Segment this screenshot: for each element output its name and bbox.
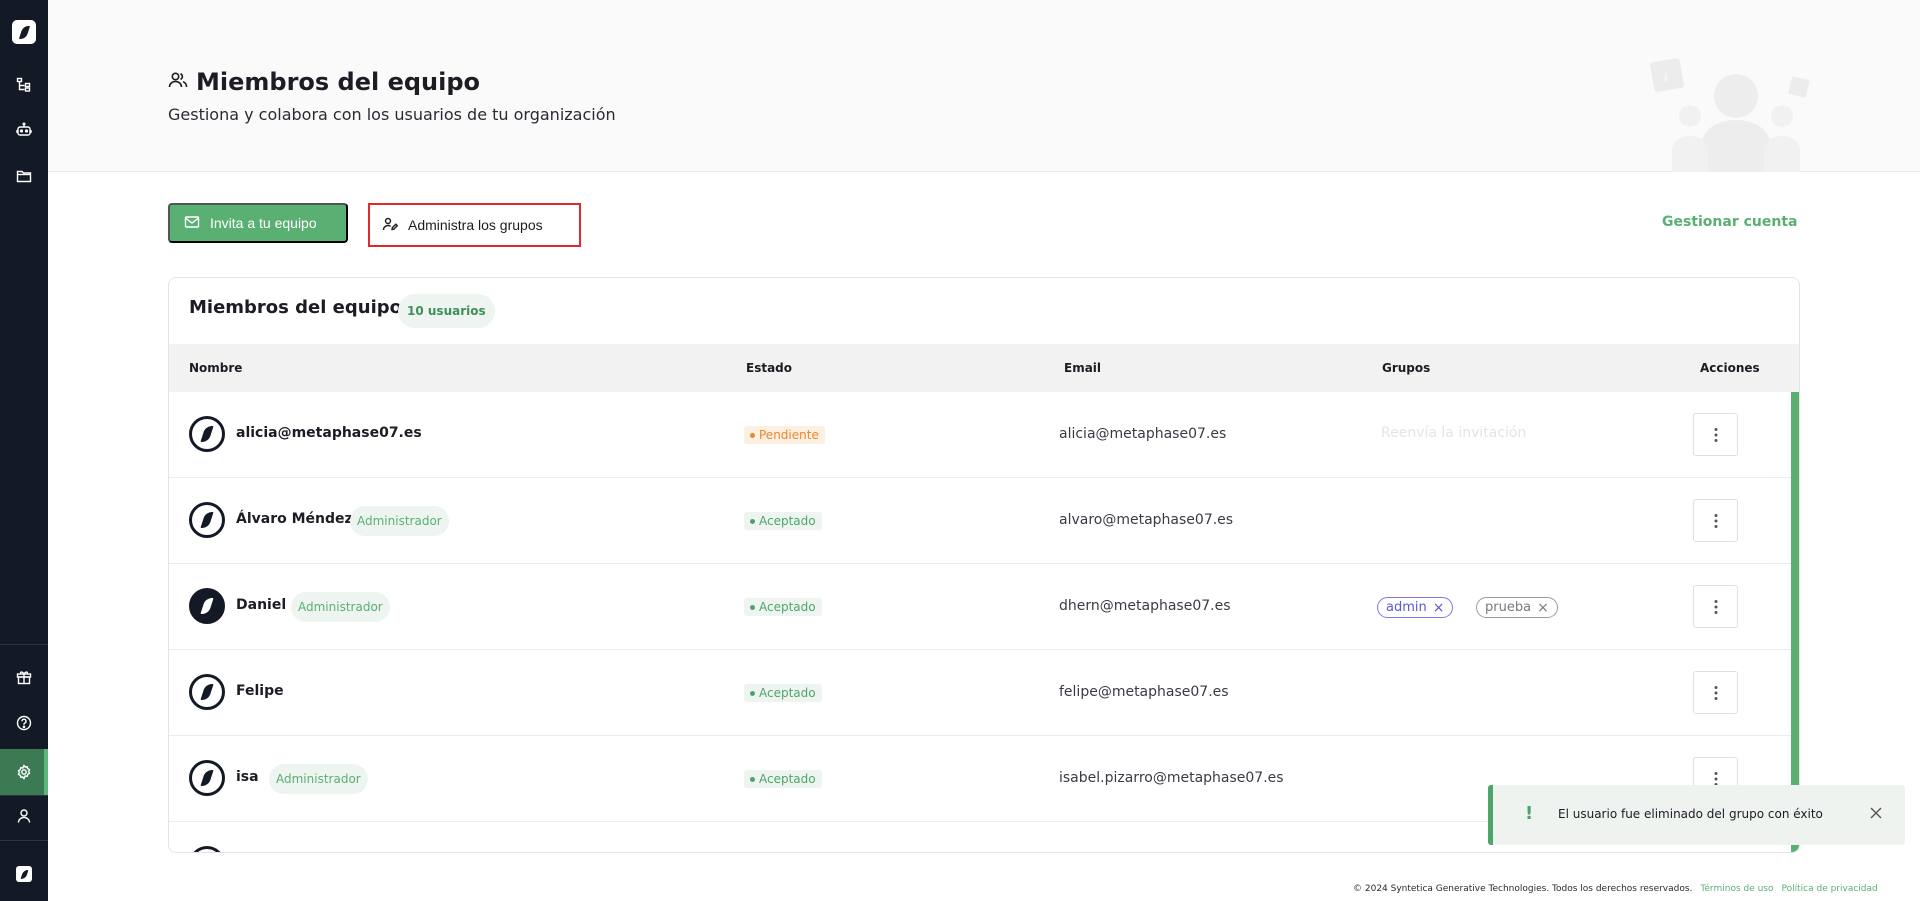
group-tag: admin ×: [1377, 597, 1454, 618]
status-dot-icon: [750, 518, 755, 524]
member-email: alicia@metaphase07.es: [1059, 426, 1227, 442]
kebab-menu-icon: [1714, 685, 1717, 700]
row-actions-button[interactable]: [1693, 499, 1738, 542]
group-tag: prueba ×: [1476, 597, 1558, 618]
team-illustration: i: [1644, 52, 1820, 172]
avatar: [189, 588, 225, 624]
privacy-link[interactable]: Política de privacidad: [1782, 884, 1878, 894]
folder-icon[interactable]: [12, 164, 36, 188]
column-header-name[interactable]: Nombre: [189, 361, 242, 375]
member-name: Daniel: [236, 597, 287, 613]
members-card: Miembros del equipo 10 usuarios Nombre E…: [168, 277, 1800, 853]
column-header-groups[interactable]: Grupos: [1382, 361, 1430, 375]
invite-team-button[interactable]: Invita a tu equipo: [168, 203, 348, 243]
resend-invitation-button[interactable]: Reenvía la invitación: [1381, 425, 1526, 441]
row-actions-button[interactable]: [1693, 671, 1738, 714]
status-dot-icon: [750, 776, 755, 782]
close-icon[interactable]: [1869, 805, 1883, 819]
user-icon[interactable]: [12, 804, 36, 828]
user-count-badge: 10 usuarios: [398, 294, 495, 328]
sidebar-divider: [0, 644, 48, 645]
svg-text:i: i: [1664, 70, 1668, 86]
status-badge: Aceptado: [744, 598, 822, 616]
status-dot-icon: [750, 432, 755, 438]
manage-groups-label: Administra los grupos: [408, 217, 543, 233]
avatar: [189, 760, 225, 796]
terms-link[interactable]: Términos de uso: [1700, 884, 1773, 894]
member-name: alicia@metaphase07.es: [236, 425, 422, 441]
avatar: [189, 846, 225, 852]
admin-badge: Administrador: [291, 592, 390, 622]
app-logo-icon[interactable]: [12, 20, 36, 44]
status-badge: Pendiente: [744, 426, 825, 444]
column-header-actions: Acciones: [1700, 361, 1760, 375]
settings-icon[interactable]: [12, 760, 36, 784]
page-title-row: Miembros del equipo: [168, 68, 480, 96]
column-header-email[interactable]: Email: [1064, 361, 1101, 375]
status-label: Aceptado: [759, 686, 816, 700]
page-title: Miembros del equipo: [196, 68, 481, 96]
gift-icon[interactable]: [12, 665, 36, 689]
group-tag-label: admin: [1386, 600, 1427, 615]
row-actions-button[interactable]: [1693, 585, 1738, 628]
status-dot-icon: [750, 604, 755, 610]
table-row: Daniel Administrador Aceptado dhern@meta…: [169, 564, 1793, 650]
users-icon: [168, 70, 188, 94]
table-row: alicia@metaphase07.es Pendiente alicia@m…: [169, 392, 1793, 478]
status-badge: Aceptado: [744, 770, 822, 788]
status-label: Pendiente: [759, 428, 819, 442]
member-email: felipe@metaphase07.es: [1059, 684, 1229, 700]
help-icon[interactable]: [12, 711, 36, 735]
kebab-menu-icon: [1714, 513, 1717, 528]
status-badge: Aceptado: [744, 512, 822, 530]
avatar: [189, 416, 225, 452]
invite-team-label: Invita a tu equipo: [210, 215, 317, 231]
users-edit-icon: [382, 216, 399, 235]
sidebar-divider: [0, 840, 48, 841]
member-name: Felipe: [236, 683, 284, 699]
table-row: Felipe Aceptado felipe@metaphase07.es: [169, 650, 1793, 736]
sidebar: [0, 0, 48, 901]
mail-icon: [184, 214, 200, 233]
status-badge: Aceptado: [744, 684, 822, 702]
avatar: [189, 674, 225, 710]
table-scrollbar[interactable]: [1791, 392, 1799, 852]
group-tag-label: prueba: [1485, 600, 1532, 615]
manage-groups-button[interactable]: Administra los grupos: [368, 203, 581, 247]
member-email: alvaro@metaphase07.es: [1059, 512, 1234, 528]
member-email: isabel.pizarro@metaphase07.es: [1059, 770, 1284, 786]
member-email: dhern@metaphase07.es: [1059, 598, 1231, 614]
robot-icon[interactable]: [12, 118, 36, 142]
table-body: alicia@metaphase07.es Pendiente alicia@m…: [169, 392, 1799, 852]
status-label: Aceptado: [759, 772, 816, 786]
status-dot-icon: [750, 690, 755, 696]
table-header: Nombre Estado Email Grupos Acciones: [169, 344, 1799, 392]
avatar: [189, 502, 225, 538]
toast-message: El usuario fue eliminado del grupo con é…: [1558, 807, 1823, 821]
sidebar-divider: [0, 795, 48, 796]
copyright-text: © 2024 Syntetica Generative Technologies…: [1353, 884, 1693, 894]
remove-group-icon[interactable]: ×: [1537, 601, 1549, 615]
member-name: isa: [236, 769, 259, 785]
app-logo-icon[interactable]: [16, 866, 32, 882]
footer: © 2024 Syntetica Generative Technologies…: [1353, 884, 1878, 894]
exclamation-icon: !: [1525, 803, 1534, 824]
status-label: Aceptado: [759, 514, 816, 528]
flow-icon[interactable]: [12, 73, 36, 97]
kebab-menu-icon: [1714, 427, 1717, 442]
admin-badge: Administrador: [350, 506, 449, 536]
table-row: Álvaro Méndez Administrador Aceptado alv…: [169, 478, 1793, 564]
success-toast: ! El usuario fue eliminado del grupo con…: [1488, 785, 1905, 845]
members-card-title: Miembros del equipo: [189, 297, 403, 318]
remove-group-icon[interactable]: ×: [1433, 601, 1445, 615]
page-subtitle: Gestiona y colabora con los usuarios de …: [168, 105, 616, 124]
member-name: Álvaro Méndez: [236, 511, 353, 527]
column-header-status[interactable]: Estado: [746, 361, 792, 375]
status-label: Aceptado: [759, 600, 816, 614]
admin-badge: Administrador: [269, 764, 368, 794]
manage-account-link[interactable]: Gestionar cuenta: [1662, 214, 1798, 230]
row-actions-button[interactable]: [1693, 413, 1738, 456]
kebab-menu-icon: [1714, 599, 1717, 614]
